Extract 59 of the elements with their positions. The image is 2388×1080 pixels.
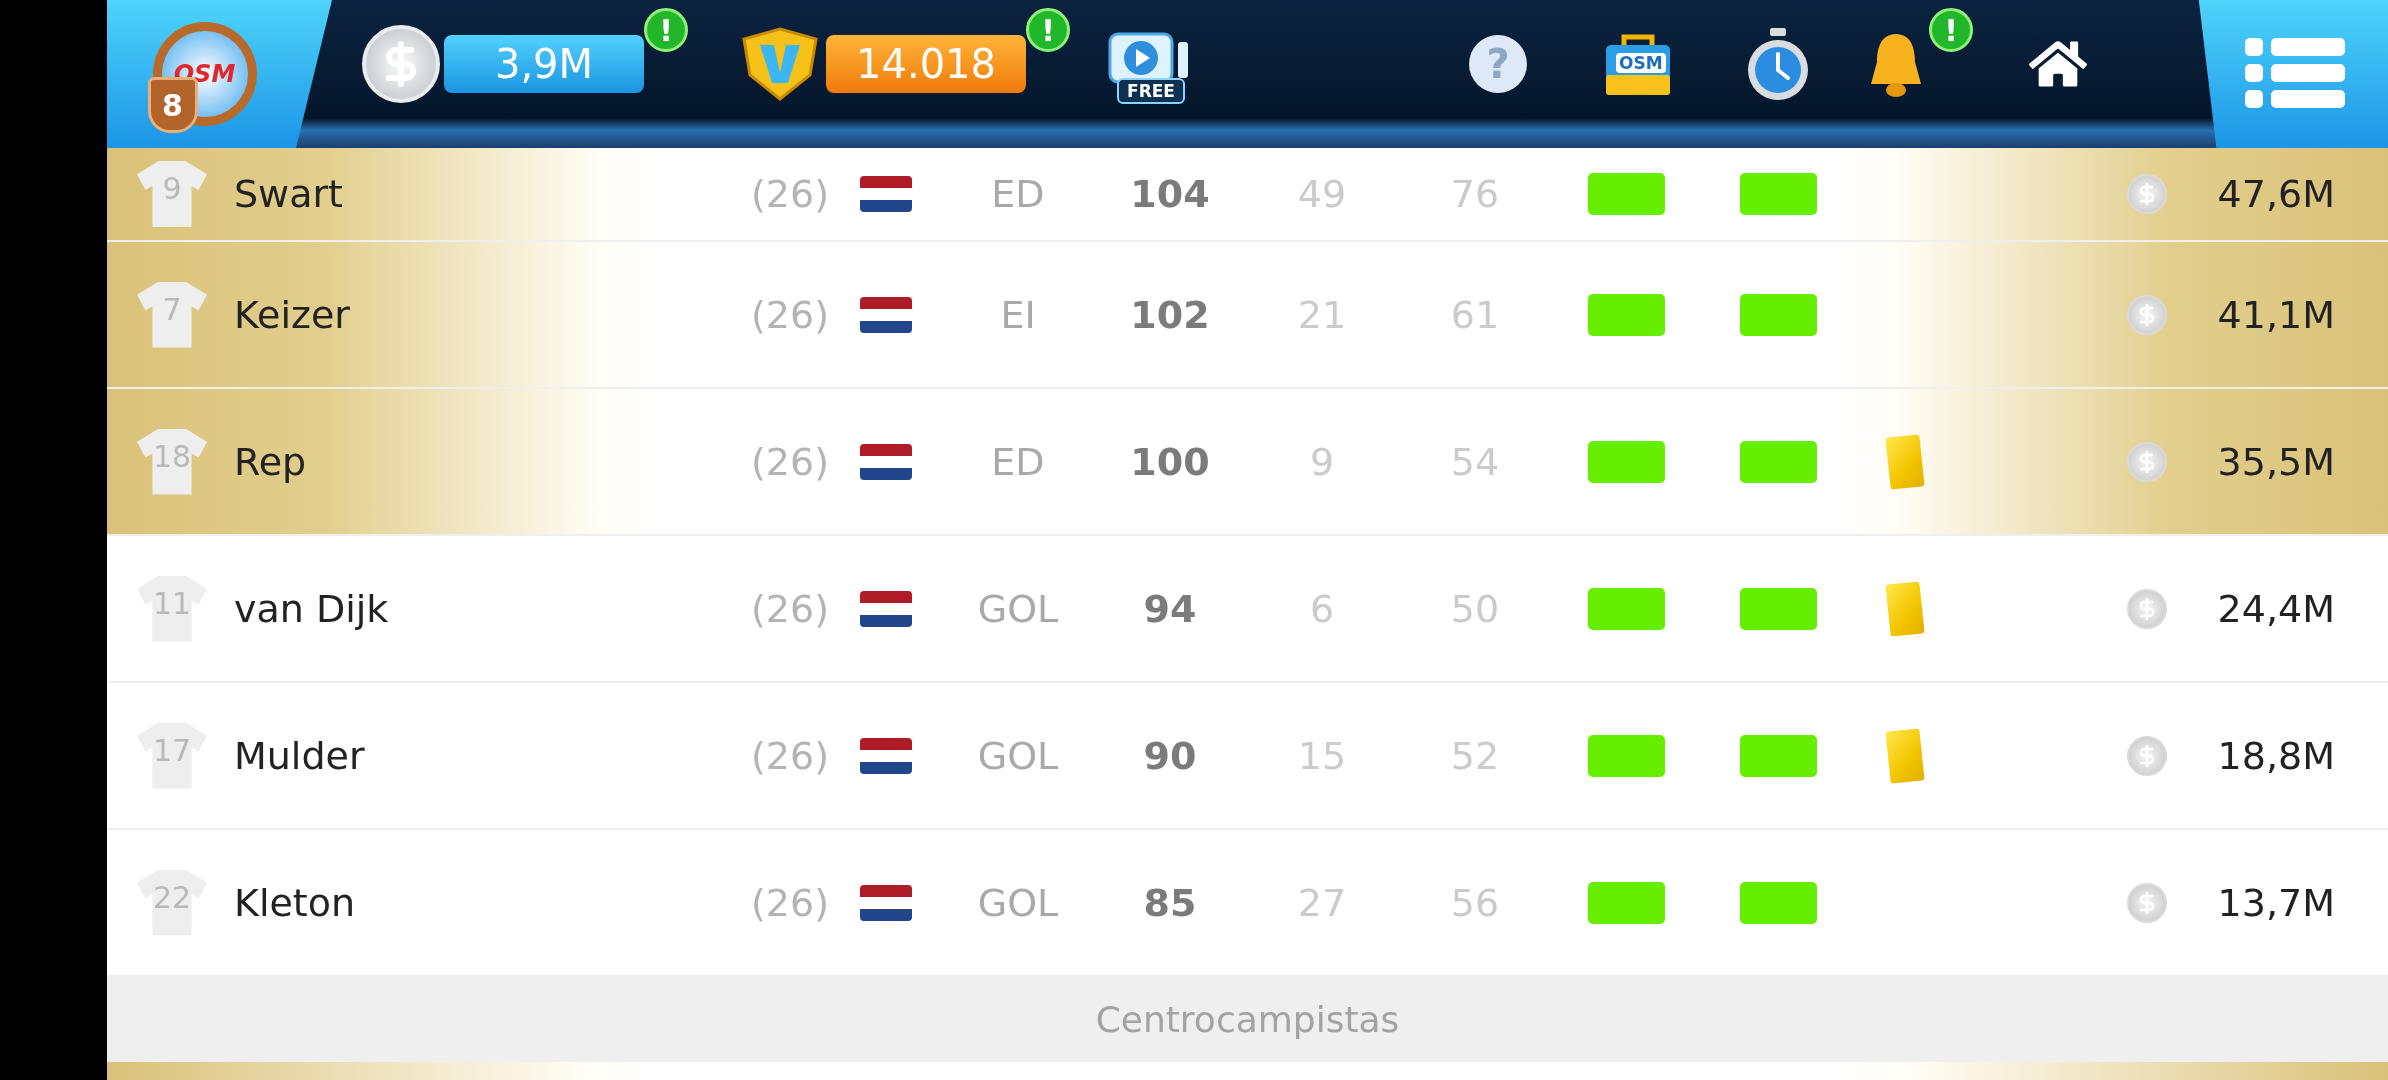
player-name: Swart <box>234 172 344 216</box>
flag-icon <box>860 884 912 921</box>
player-value: 35,5M <box>2216 439 2335 484</box>
player-name: Rep <box>234 439 308 484</box>
status-chip-icon <box>1588 440 1665 483</box>
status-chip-icon <box>1588 173 1665 215</box>
status-chip-icon <box>1588 734 1665 777</box>
free-label: FREE <box>1117 78 1185 104</box>
player-position: GOL <box>976 586 1060 631</box>
status-chip-icon <box>1588 881 1665 924</box>
player-value: 41,1M <box>2216 292 2335 337</box>
coin-icon <box>2127 735 2167 776</box>
player-age: (26) <box>750 172 830 216</box>
player-value: 13,7M <box>2216 880 2335 925</box>
status-chip-icon <box>1740 173 1817 215</box>
status-chip-icon <box>1740 734 1817 777</box>
player-value: 47,6M <box>2216 172 2335 216</box>
player-name: Kleton <box>234 880 357 925</box>
alert-badge: ! <box>1929 8 1973 52</box>
free-video-button[interactable]: FREE <box>1106 0 1196 148</box>
player-position: GOL <box>976 880 1060 925</box>
player-age: (26) <box>750 733 830 778</box>
player-position: EI <box>999 292 1037 337</box>
alert-badge: ! <box>1026 8 1070 52</box>
flag-icon <box>860 176 912 212</box>
status-chip-icon <box>1740 440 1817 483</box>
alert-badge: ! <box>644 8 688 52</box>
status-chip-icon <box>1740 881 1817 924</box>
status-chip-icon <box>1740 293 1817 336</box>
coin-icon <box>2127 588 2167 629</box>
player-age: (26) <box>750 586 830 631</box>
player-name: van Dijk <box>234 586 390 631</box>
player-value: 18,8M <box>2216 733 2335 778</box>
shop-label: OSM <box>1616 53 1666 73</box>
player-name: Mulder <box>234 733 366 778</box>
flag-icon <box>860 296 912 333</box>
player-rating: 104 <box>1129 172 1211 216</box>
status-chip-icon <box>1588 587 1665 630</box>
player-value: 24,4M <box>2216 586 2335 631</box>
player-position: GOL <box>976 733 1060 778</box>
section-title: Centrocampistas <box>1095 999 1400 1040</box>
player-rating: 85 <box>1142 880 1198 925</box>
player-position: ED <box>990 172 1046 216</box>
status-chip-icon <box>1588 293 1665 336</box>
player-rating: 90 <box>1142 733 1198 778</box>
player-age: (26) <box>750 880 830 925</box>
player-name: Keizer <box>234 292 351 337</box>
flag-icon <box>860 590 912 627</box>
player-age: (26) <box>750 292 830 337</box>
flag-icon <box>860 443 912 480</box>
player-age: (26) <box>750 439 830 484</box>
status-chip-icon <box>1740 587 1817 630</box>
player-rating: 94 <box>1142 586 1198 631</box>
player-rating: 102 <box>1129 292 1211 337</box>
stopwatch-icon[interactable] <box>1745 26 1811 102</box>
player-position: ED <box>990 439 1046 484</box>
flag-icon <box>860 737 912 774</box>
coin-icon <box>2127 882 2167 923</box>
player-rating: 100 <box>1129 439 1211 484</box>
